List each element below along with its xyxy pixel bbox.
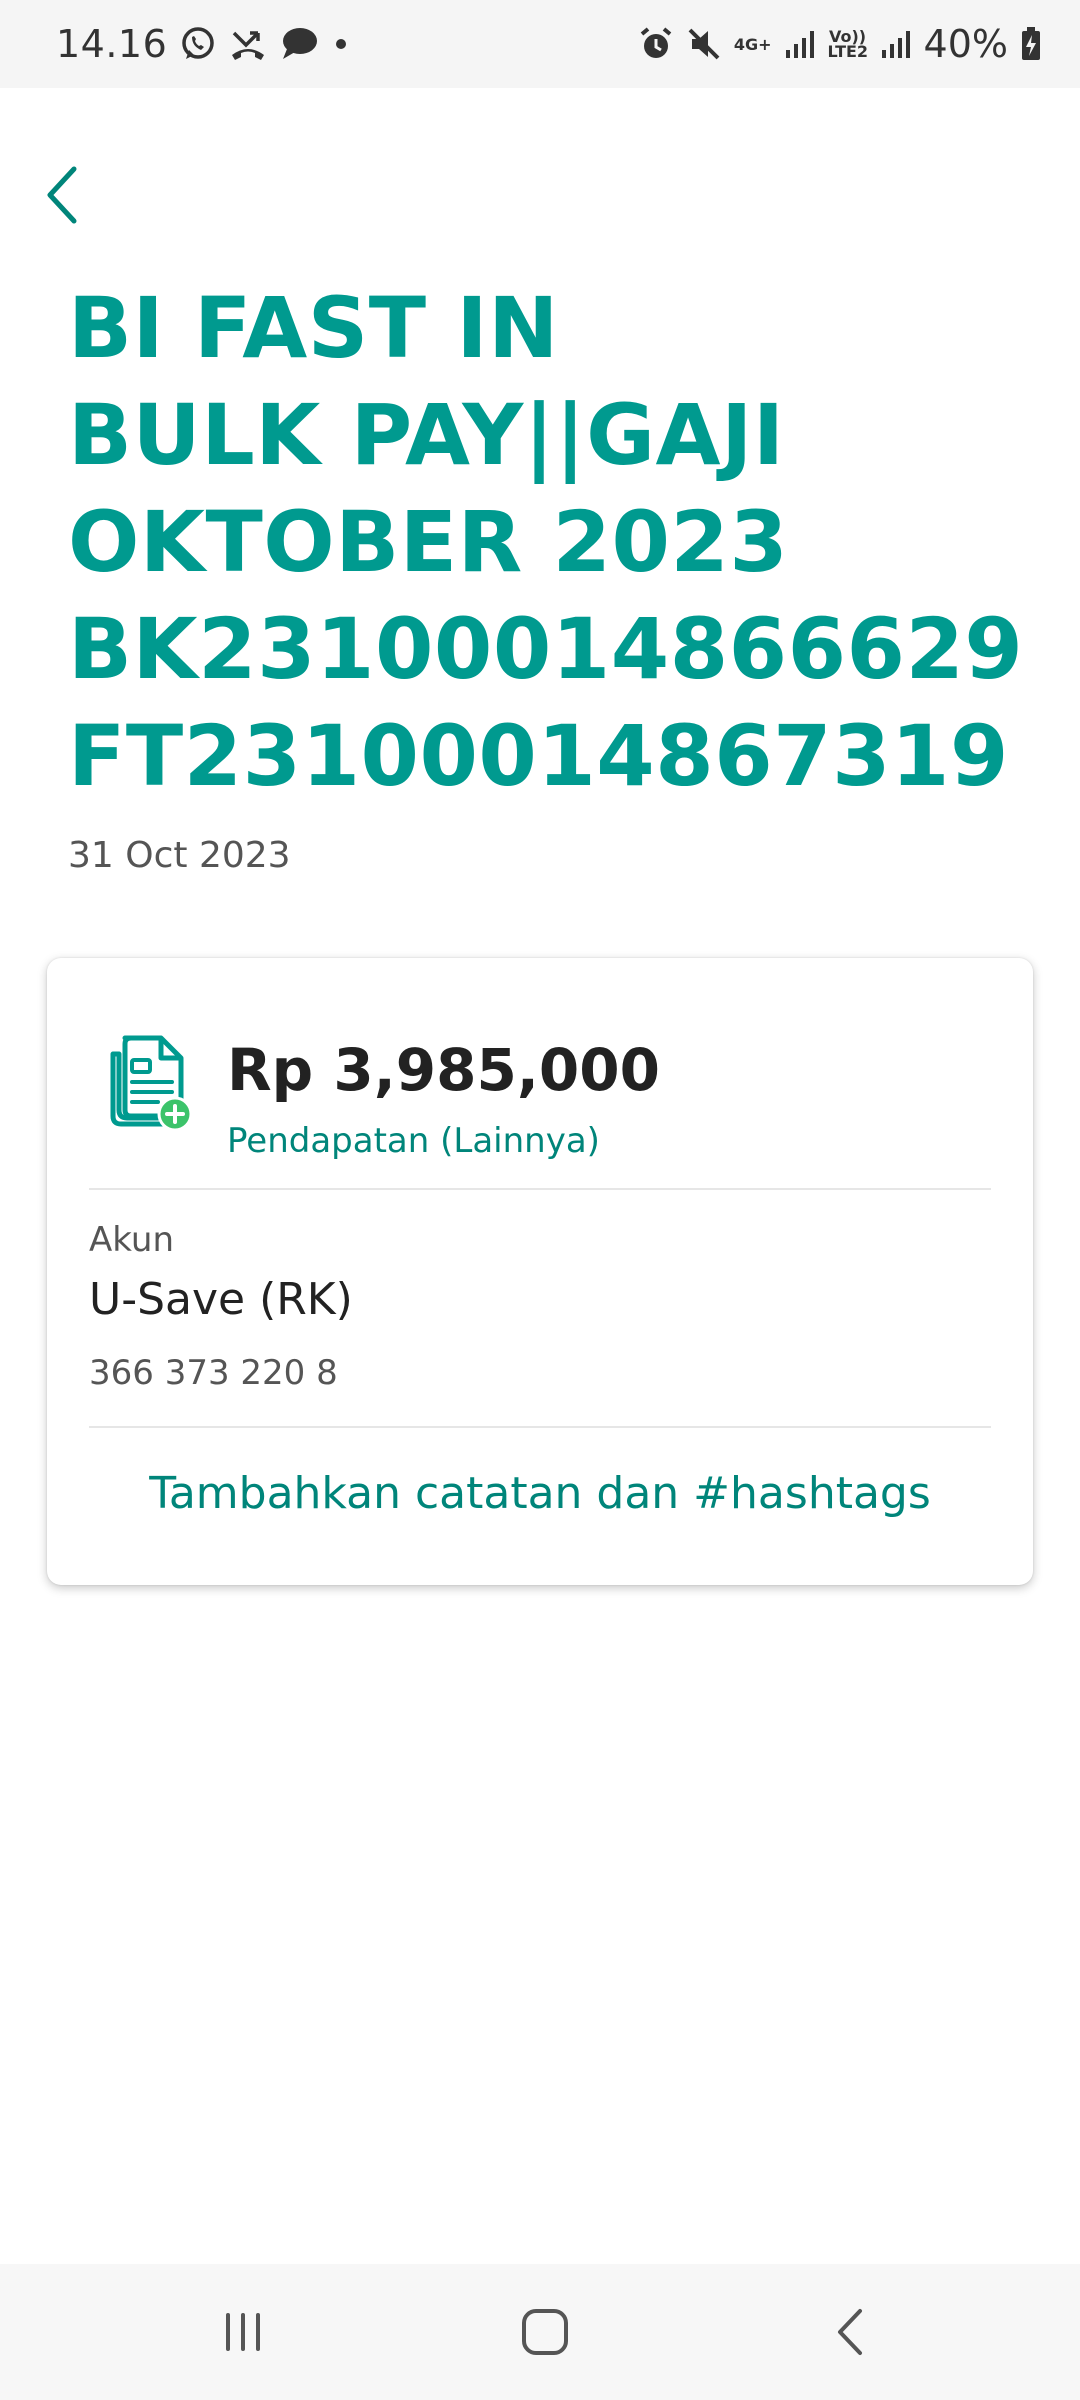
transaction-title: BI FAST IN BULK PAY||GAJI OKTOBER 2023 B…	[68, 275, 1028, 810]
navigation-bar	[0, 2264, 1080, 2400]
transaction-date: 31 Oct 2023	[68, 835, 291, 876]
title-line: BULK PAY||GAJI	[68, 386, 785, 484]
mute-icon	[686, 26, 722, 62]
divider	[89, 1426, 991, 1428]
home-button[interactable]	[495, 2292, 595, 2372]
title-line: BI FAST IN	[68, 279, 559, 377]
network-label: 4G+	[733, 34, 772, 54]
battery-percent: 40%	[923, 22, 1008, 66]
title-line: BK23100014866629	[68, 600, 1024, 698]
title-line: OKTOBER 2023	[68, 493, 789, 591]
signal-icon	[880, 28, 912, 60]
account-number: 366 373 220 8	[89, 1353, 338, 1393]
alarm-icon	[638, 26, 674, 62]
transaction-amount: Rp 3,985,000	[227, 1036, 660, 1104]
chat-bubble-icon	[279, 25, 319, 63]
income-document-plus-icon	[99, 1030, 195, 1134]
title-line: FT23100014867319	[68, 707, 1009, 805]
missed-call-icon	[229, 25, 267, 63]
status-bar-left: 14.16	[56, 22, 351, 66]
status-bar: 14.16 4G+ Vo)) LTE2 40%	[0, 0, 1080, 88]
home-icon	[522, 2309, 568, 2355]
status-time: 14.16	[56, 22, 168, 66]
volte-icon: Vo)) LTE2	[827, 27, 869, 61]
transaction-card: Rp 3,985,000 Pendapatan (Lainnya) Akun U…	[47, 958, 1033, 1585]
divider	[89, 1188, 991, 1190]
recent-apps-icon	[226, 2313, 260, 2351]
chevron-left-icon	[47, 166, 77, 224]
account-label: Akun	[89, 1220, 174, 1260]
battery-charging-icon	[1020, 26, 1042, 62]
account-name: U-Save (RK)	[89, 1274, 353, 1325]
back-icon	[838, 2309, 862, 2355]
add-note-button[interactable]: Tambahkan catatan dan #hashtags	[47, 1468, 1033, 1519]
status-bar-right: 4G+ Vo)) LTE2 40%	[638, 22, 1042, 66]
volte-label: Vo)) LTE2	[827, 27, 869, 61]
signal-icon	[784, 28, 816, 60]
recent-apps-button[interactable]	[193, 2292, 293, 2372]
network-4g-icon: 4G+	[733, 34, 772, 54]
whatsapp-icon	[179, 25, 217, 63]
dot-icon	[331, 34, 351, 54]
nav-back-button[interactable]	[800, 2292, 900, 2372]
category-link[interactable]: Pendapatan (Lainnya)	[227, 1121, 600, 1161]
back-button[interactable]	[22, 150, 102, 240]
